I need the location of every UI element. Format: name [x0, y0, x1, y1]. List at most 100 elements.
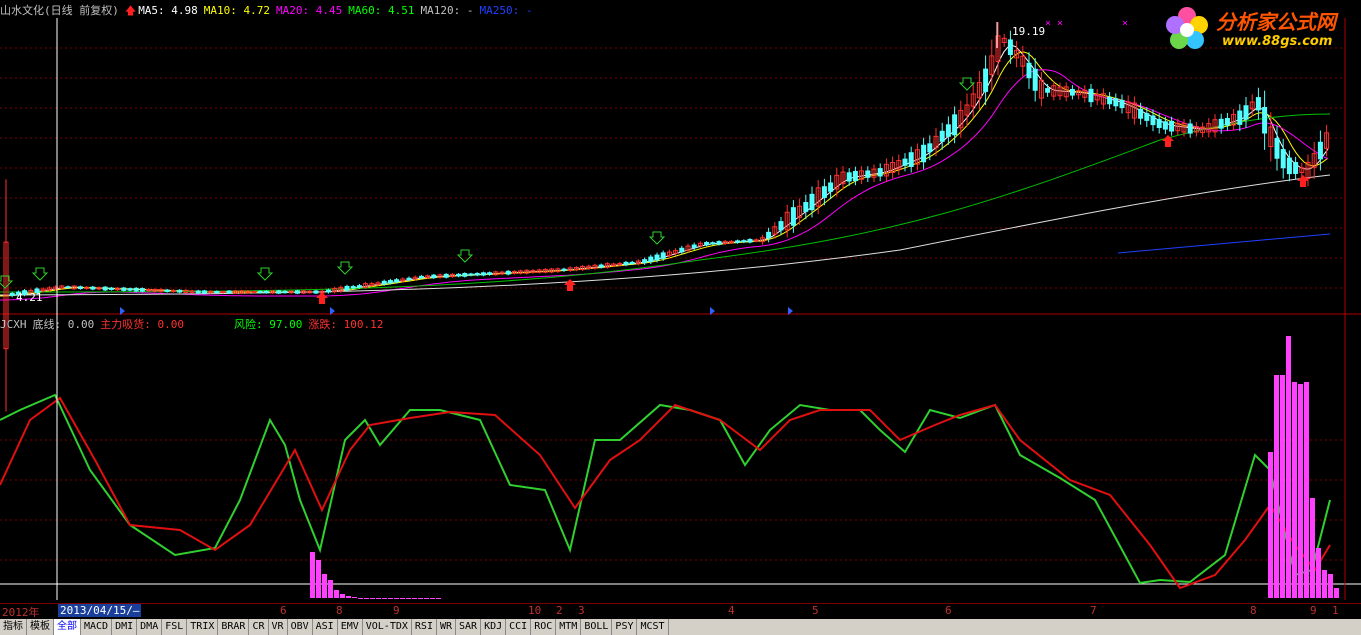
tab-fsl[interactable]: FSL — [162, 619, 188, 635]
tab-brar[interactable]: BRAR — [218, 619, 250, 635]
tab-trix[interactable]: TRIX — [187, 619, 219, 635]
candle-body — [1007, 39, 1013, 56]
indicator-header: JCXH 底线: 0.00 主力吸货: 0.00 风险: 97.00 涨跌: 100.1… — [0, 318, 395, 332]
accumulation-bar — [316, 560, 321, 598]
candle-body — [276, 290, 282, 294]
candle-body — [902, 158, 908, 166]
tab-vr[interactable]: VR — [269, 619, 288, 635]
tab-macd[interactable]: MACD — [81, 619, 113, 635]
tab-vol-tdx[interactable]: VOL-TDX — [363, 619, 412, 635]
candle-body — [983, 68, 989, 92]
candle-body — [431, 274, 437, 279]
tab-kdj[interactable]: KDJ — [481, 619, 507, 635]
date-axis: 2012年 6 8 9 10 2 3 4 5 6 7 8 9 1 2013/04/15/— — [0, 603, 1361, 619]
tab-mtm[interactable]: MTM — [556, 619, 582, 635]
tab-sar[interactable]: SAR — [456, 619, 482, 635]
candle-body — [623, 261, 629, 266]
up-arrow-icon: 🡅 — [124, 4, 137, 17]
date-label-2: 8 — [336, 604, 343, 617]
date-label-8: 5 — [812, 604, 819, 617]
date-label-4: 10 — [528, 604, 542, 617]
candle-body — [747, 239, 753, 243]
chart-canvas[interactable]: × × × 19.19 4.21 — [0, 0, 1361, 605]
candle-body — [1274, 137, 1280, 159]
ma120-line — [0, 174, 1331, 296]
down-arrow-icon — [31, 267, 49, 281]
stock-title[interactable]: 山水文化(日线 前复权) — [0, 4, 119, 17]
indicator-item-2: 风险: 97.00 — [234, 318, 303, 331]
candle-body — [809, 193, 815, 211]
accumulation-bar — [400, 598, 405, 599]
candle-body — [1156, 119, 1162, 129]
accumulation-bar — [310, 552, 315, 598]
candle-body — [1243, 105, 1249, 120]
tab-rsi[interactable]: RSI — [412, 619, 437, 635]
candle-body — [214, 290, 220, 294]
candle-body — [1237, 110, 1243, 125]
candle-body — [263, 290, 269, 294]
indicator-item-1: 主力吸货: 0.00 — [100, 318, 184, 331]
tab-obv[interactable]: OBV — [288, 619, 313, 635]
candle-body — [1088, 88, 1094, 103]
candle-body — [133, 287, 139, 292]
ma10-line — [0, 51, 1329, 297]
tab-asi[interactable]: ASI — [313, 619, 338, 635]
candle-body — [456, 273, 462, 277]
date-label-11: 8 — [1250, 604, 1257, 617]
candlesticks — [3, 22, 1330, 412]
candle-body — [741, 240, 747, 243]
tab-模板[interactable]: 模板 — [27, 619, 54, 635]
candle-body — [1218, 118, 1224, 129]
accumulation-bar — [328, 580, 333, 598]
logo-brand-text: 分析家公式网 — [1216, 10, 1336, 34]
moving-average-lines — [0, 44, 1331, 301]
candle-body — [226, 290, 232, 294]
tab-dma[interactable]: DMA — [137, 619, 163, 635]
tab-cr[interactable]: CR — [249, 619, 269, 635]
risk-line — [0, 393, 1331, 585]
tab-roc[interactable]: ROC — [531, 619, 557, 635]
candle-body — [1255, 97, 1261, 111]
candle-body — [846, 172, 852, 182]
accumulation-bar — [1304, 382, 1309, 598]
indicator-item-3: 涨跌: 100.12 — [308, 318, 384, 331]
candle-body — [716, 241, 722, 245]
tab-cci[interactable]: CCI — [506, 619, 532, 635]
tab-指标[interactable]: 指标 — [0, 619, 27, 635]
candle-body — [127, 288, 133, 291]
tab-全部[interactable]: 全部 — [54, 619, 81, 635]
ma-item-4: MA120: - — [420, 4, 474, 17]
candle-body — [629, 261, 635, 265]
candle-body — [282, 290, 288, 294]
accumulation-bar — [1286, 336, 1291, 598]
candle-body — [443, 273, 449, 278]
indicator-item-0: 底线: 0.00 — [32, 318, 95, 331]
tab-dmi[interactable]: DMI — [112, 619, 138, 635]
candle-body — [1138, 108, 1144, 119]
candle-body — [201, 290, 207, 294]
up-arrow-icon — [316, 292, 328, 304]
tab-psy[interactable]: PSY — [612, 619, 638, 635]
tab-boll[interactable]: BOLL — [581, 619, 613, 635]
candle-body — [1069, 88, 1075, 96]
accumulation-bar — [1328, 574, 1333, 598]
candle-body — [1187, 123, 1193, 134]
ma-item-0: MA5: 4.98 — [138, 4, 198, 17]
ma-header: 山水文化(日线 前复权) 🡅 MA5: 4.98 MA10: 4.72 MA20: 4.… — [0, 4, 544, 18]
candle-body — [108, 287, 114, 290]
candle-body — [139, 288, 145, 292]
candle-body — [356, 285, 362, 288]
tab-emv[interactable]: EMV — [338, 619, 363, 635]
accumulation-bar — [376, 598, 381, 599]
indicator-name[interactable]: JCXH — [0, 318, 27, 331]
candle-body — [691, 244, 697, 249]
candle-body — [294, 290, 300, 294]
date-label-6: 3 — [578, 604, 585, 617]
tab-mcst[interactable]: MCST — [637, 619, 669, 635]
candle-body — [480, 272, 486, 276]
accumulation-bar — [322, 574, 327, 598]
date-label-1: 6 — [280, 604, 287, 617]
tab-wr[interactable]: WR — [437, 619, 457, 635]
date-label-5: 2 — [556, 604, 563, 617]
candle-body — [487, 272, 493, 275]
